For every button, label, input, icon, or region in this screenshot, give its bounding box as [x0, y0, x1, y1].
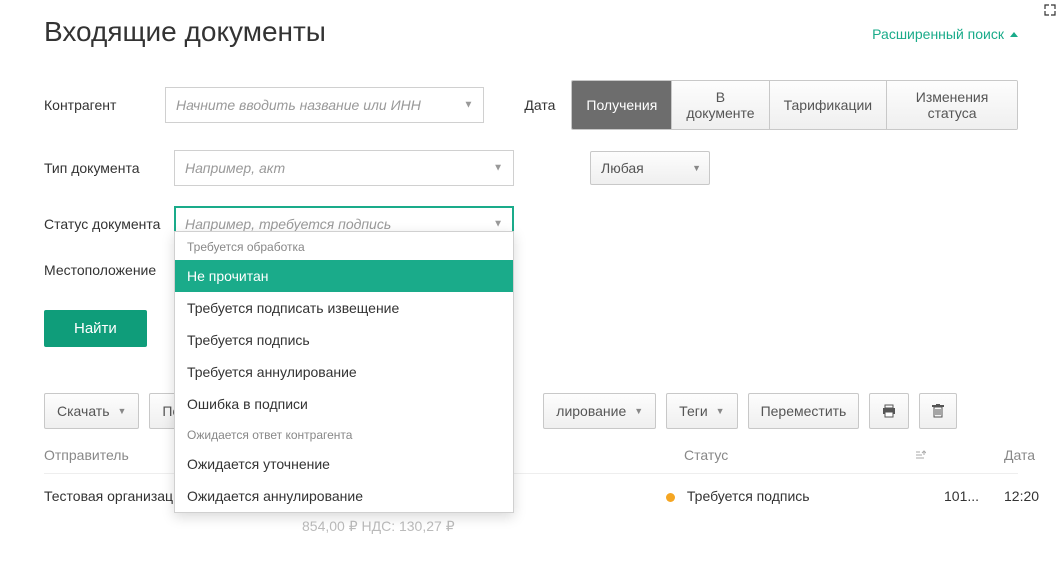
counterparty-input[interactable]: [176, 97, 453, 113]
move-button[interactable]: Переместить: [748, 393, 860, 429]
cell-status: Требуется подпись: [684, 488, 914, 504]
dropdown-item[interactable]: Не прочитан: [175, 260, 513, 292]
tags-button[interactable]: Теги ▼: [666, 393, 737, 429]
column-sort-icon[interactable]: [914, 449, 944, 461]
delete-button[interactable]: [919, 393, 957, 429]
dropdown-item[interactable]: Требуется аннулирование: [175, 356, 513, 388]
expand-icon[interactable]: [1044, 4, 1056, 16]
print-button[interactable]: [869, 393, 909, 429]
cell-number: 101...: [944, 488, 1004, 504]
chevron-down-icon: ▼: [493, 219, 503, 230]
date-type-segmented: Получения В документе Тарификации Измене…: [571, 80, 1018, 130]
date-label: Дата: [524, 97, 555, 113]
docstatus-input[interactable]: [185, 216, 483, 232]
trash-icon: [932, 404, 944, 418]
advanced-search-label: Расширенный поиск: [872, 26, 1004, 42]
dropdown-item[interactable]: Ожидается аннулирование: [175, 480, 513, 512]
chevron-down-icon: ▼: [692, 163, 701, 173]
search-button[interactable]: Найти: [44, 310, 147, 347]
dropdown-item[interactable]: Ожидается уточнение: [175, 448, 513, 480]
chevron-down-icon: ▼: [493, 163, 503, 174]
cell-date: 12:20: [1004, 488, 1062, 504]
location-label: Местоположение: [44, 262, 174, 278]
docstatus-label: Статус документа: [44, 216, 174, 232]
date-range-select[interactable]: Любая ▼: [590, 151, 710, 185]
chevron-up-icon: [1010, 32, 1018, 37]
chevron-down-icon: ▼: [463, 100, 473, 111]
page-title: Входящие документы: [44, 16, 326, 48]
counterparty-select[interactable]: ▼: [165, 87, 484, 123]
dropdown-group-header: Требуется обработка: [175, 232, 513, 260]
chevron-down-icon: ▼: [716, 406, 725, 416]
dropdown-item[interactable]: Требуется подписать извещение: [175, 292, 513, 324]
advanced-search-toggle[interactable]: Расширенный поиск: [872, 16, 1018, 52]
print-icon: [882, 404, 896, 418]
date-tab-tariff[interactable]: Тарификации: [769, 81, 887, 129]
doctype-label: Тип документа: [44, 160, 174, 176]
chevron-down-icon: ▼: [118, 406, 127, 416]
download-button[interactable]: Скачать ▼: [44, 393, 139, 429]
annul-button-partial[interactable]: лирование ▼: [543, 393, 656, 429]
dropdown-item[interactable]: Требуется подпись: [175, 324, 513, 356]
chevron-down-icon: ▼: [634, 406, 643, 416]
status-dot-icon: [666, 493, 675, 502]
column-status[interactable]: Статус: [684, 447, 914, 463]
dropdown-item[interactable]: Ошибка в подписи: [175, 388, 513, 420]
doctype-input[interactable]: [185, 160, 483, 176]
dropdown-group-header: Ожидается ответ контрагента: [175, 420, 513, 448]
counterparty-label: Контрагент: [44, 97, 165, 113]
date-tab-status-change[interactable]: Изменения статуса: [886, 81, 1017, 129]
cell-amount: 854,00 ₽ НДС: 130,27 ₽: [302, 518, 1018, 535]
date-tab-received[interactable]: Получения: [572, 81, 671, 129]
date-tab-in-document[interactable]: В документе: [671, 81, 768, 129]
doctype-select[interactable]: ▼: [174, 150, 514, 186]
date-range-label: Любая: [601, 160, 644, 176]
column-date[interactable]: Дата: [1004, 447, 1062, 463]
docstatus-dropdown: Требуется обработкаНе прочитанТребуется …: [174, 231, 514, 513]
